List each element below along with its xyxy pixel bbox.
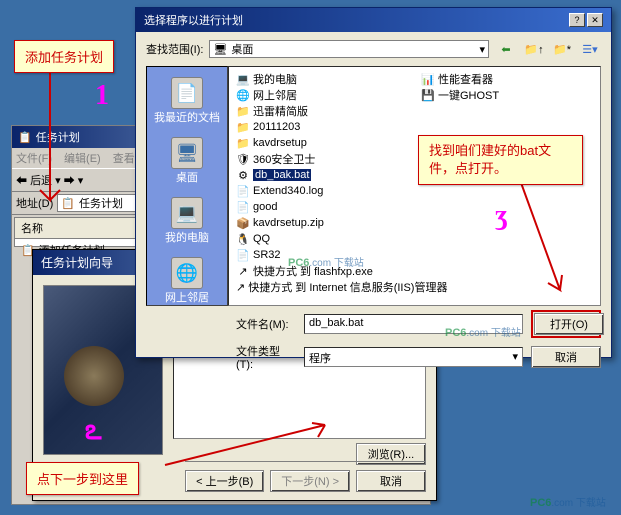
annotation-add-task: 添加任务计划 <box>14 40 114 73</box>
watermark: PC6.com 下载站 <box>288 250 364 271</box>
place-recent[interactable]: 📄我最近的文档 <box>149 73 225 129</box>
file-icon: 📄 <box>236 248 250 262</box>
calendar-icon: 📋 <box>61 197 75 210</box>
file-icon: 💾 <box>421 88 435 102</box>
annotation-find-bat: 找到咱们建好的bat文件，点打开。 <box>418 135 583 185</box>
network-icon: 🌐 <box>171 257 203 289</box>
scribble-1: 1 <box>95 80 109 112</box>
file-dialog-titlebar[interactable]: 选择程序以进行计划 ? ✕ <box>136 8 611 32</box>
desktop-icon: 🖥 <box>213 43 227 56</box>
file-item[interactable]: 📄good <box>233 199 418 215</box>
desktop-icon: 🖥 <box>171 137 203 169</box>
watermark: PC6.com 下载站 <box>445 320 521 341</box>
lookin-value: 桌面 <box>231 41 253 57</box>
file-item[interactable]: 📁20111203 <box>233 119 418 135</box>
place-desktop-label: 桌面 <box>176 169 198 185</box>
file-name: good <box>253 201 277 213</box>
places-bar: 📄我最近的文档 🖥桌面 💻我的电脑 🌐网上邻居 <box>146 66 228 306</box>
file-item[interactable]: 📁kavdrsetup <box>233 135 418 151</box>
file-name: 迅雷精简版 <box>253 103 308 119</box>
task-window-title: 任务计划 <box>36 129 80 145</box>
file-icon: 📁 <box>236 136 250 150</box>
file-list[interactable]: 💻我的电脑🌐网上邻居📁迅雷精简版📁20111203📁kavdrsetup🛡360… <box>228 66 601 306</box>
file-icon: 🐧 <box>236 232 250 246</box>
file-item[interactable]: 💾一键GHOST <box>418 87 601 103</box>
file-icon: ↗ <box>236 264 250 278</box>
file-name: 快捷方式 到 Internet 信息服务(IIS)管理器 <box>248 279 447 295</box>
up-folder-button[interactable]: 📁↑ <box>523 38 545 60</box>
file-item[interactable]: 📄Extend340.log <box>233 183 418 199</box>
file-name: 网上邻居 <box>253 87 297 103</box>
file-icon: ⚙ <box>236 168 250 182</box>
filetype-combo[interactable]: 程序 ▾ <box>304 347 523 367</box>
filename-label: 文件名(M): <box>236 316 296 332</box>
place-network-label: 网上邻居 <box>165 289 209 305</box>
file-icon: 💻 <box>236 72 250 86</box>
filename-value: db_bak.bat <box>309 317 363 329</box>
file-item[interactable]: 📦kavdrsetup.zip <box>233 215 418 231</box>
file-name: db_bak.bat <box>253 169 311 181</box>
file-item[interactable]: ↗快捷方式 到 Internet 信息服务(IIS)管理器 <box>233 279 418 295</box>
file-name: 20111203 <box>253 121 300 133</box>
wizard-back-button[interactable]: < 上一步(B) <box>185 470 264 492</box>
recent-icon: 📄 <box>171 77 203 109</box>
lookin-label: 查找范围(I): <box>146 41 203 57</box>
file-dialog-title: 选择程序以进行计划 <box>144 12 243 28</box>
file-icon: 🛡 <box>236 152 250 166</box>
open-button[interactable]: 打开(O) <box>534 313 604 335</box>
file-icon: ↗ <box>236 280 245 294</box>
file-item[interactable]: 📁迅雷精简版 <box>233 103 418 119</box>
place-mycomputer-label: 我的电脑 <box>165 229 209 245</box>
file-item[interactable]: 💻我的电脑 <box>233 71 418 87</box>
computer-icon: 💻 <box>171 197 203 229</box>
wizard-next-button[interactable]: 下一步(N) > <box>270 470 350 492</box>
file-name: 我的电脑 <box>253 71 297 87</box>
filetype-value: 程序 <box>309 350 331 364</box>
file-item[interactable]: ⚙db_bak.bat <box>233 167 418 183</box>
file-item[interactable]: 🌐网上邻居 <box>233 87 418 103</box>
file-name: QQ <box>253 233 270 245</box>
file-icon: 📄 <box>236 184 250 198</box>
place-recent-label: 我最近的文档 <box>154 109 220 125</box>
place-desktop[interactable]: 🖥桌面 <box>149 133 225 189</box>
open-button-highlight: 打开(O) <box>531 310 601 338</box>
filetype-label: 文件类型(T): <box>236 343 296 371</box>
file-name: kavdrsetup.zip <box>253 217 324 229</box>
back-button[interactable]: ⬅ 后退 <box>16 175 52 187</box>
place-mycomputer[interactable]: 💻我的电脑 <box>149 193 225 249</box>
new-folder-button[interactable]: 📁* <box>551 38 573 60</box>
place-network[interactable]: 🌐网上邻居 <box>149 253 225 309</box>
file-item[interactable]: 📊性能查看器 <box>418 71 601 87</box>
help-button[interactable]: ? <box>569 13 585 27</box>
menu-edit[interactable]: 编辑(E) <box>64 150 101 166</box>
file-item[interactable]: 🐧QQ <box>233 231 418 247</box>
file-name: kavdrsetup <box>253 137 307 149</box>
file-icon: 📄 <box>236 200 250 214</box>
calendar-icon: 📋 <box>18 131 32 144</box>
back-nav-button[interactable]: ⬅ <box>495 38 517 60</box>
address-value: 任务计划 <box>79 195 123 211</box>
views-button[interactable]: ☰▾ <box>579 38 601 60</box>
chevron-down-icon: ▾ <box>512 350 518 364</box>
file-name: SR32 <box>253 249 281 261</box>
file-name: 一键GHOST <box>438 87 499 103</box>
file-item[interactable]: 🛡360安全卫士 <box>233 151 418 167</box>
file-icon: 📊 <box>421 72 435 86</box>
chevron-down-icon: ▾ <box>479 43 485 56</box>
file-icon: 📁 <box>236 104 250 118</box>
menu-file[interactable]: 文件(F) <box>16 150 52 166</box>
annotation-next-step: 点下一步到这里 <box>26 462 139 495</box>
file-icon: 📁 <box>236 120 250 134</box>
file-name: Extend340.log <box>253 185 323 197</box>
wizard-cancel-button[interactable]: 取消 <box>356 470 426 492</box>
file-icon: 🌐 <box>236 88 250 102</box>
close-button[interactable]: ✕ <box>587 13 603 27</box>
file-name: 360安全卫士 <box>253 151 315 167</box>
lookin-combo[interactable]: 🖥 桌面 ▾ <box>209 40 489 58</box>
cancel-button[interactable]: 取消 <box>531 346 601 368</box>
file-icon: 📦 <box>236 216 250 230</box>
watermark: PC6.com 下载站 <box>530 490 606 511</box>
address-label: 地址(D) <box>16 195 53 211</box>
file-name: 性能查看器 <box>438 71 493 87</box>
